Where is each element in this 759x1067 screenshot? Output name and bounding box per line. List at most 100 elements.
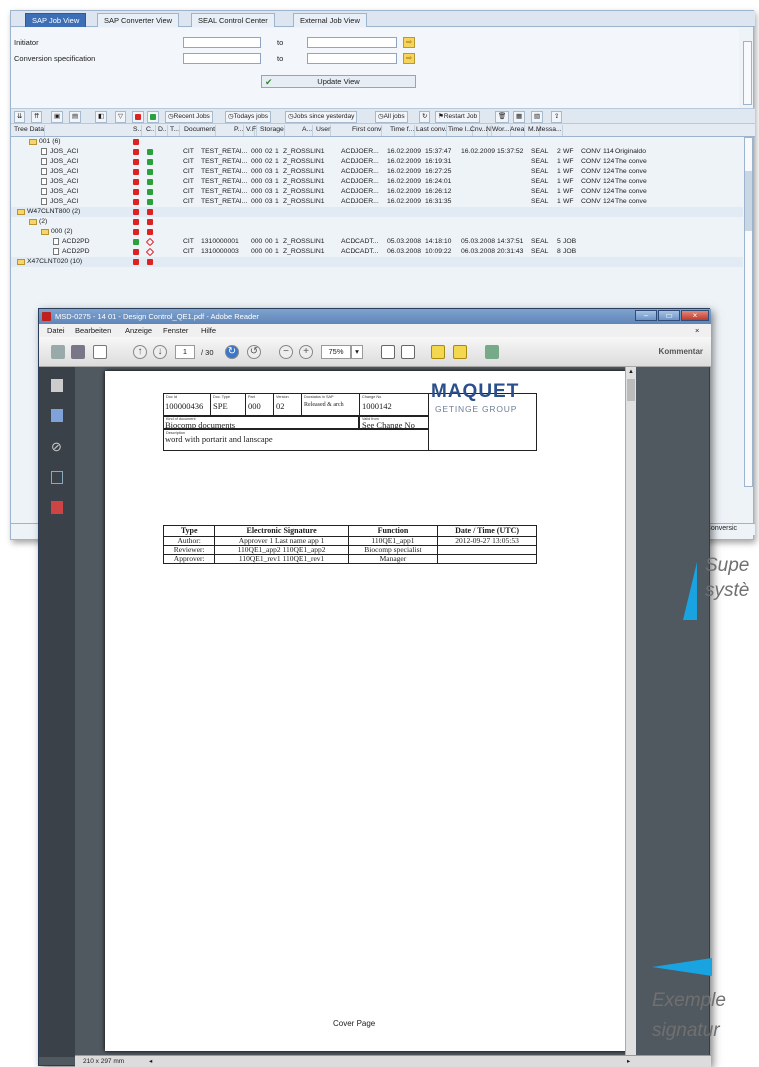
expand-icon[interactable]: ⇊ — [14, 111, 26, 123]
menu-fenster[interactable]: Fenster — [163, 324, 188, 337]
todays-jobs-button[interactable]: ◷Todays jobs — [225, 111, 271, 123]
scroll-up-icon[interactable]: ▲ — [627, 369, 635, 377]
expand-icon[interactable] — [485, 345, 499, 359]
table-row[interactable]: X47CLNT020 (10) — [11, 257, 743, 267]
highlight-icon[interactable] — [453, 345, 467, 359]
menu-bearbeiten[interactable]: Bearbeiten — [75, 324, 111, 337]
minimize-button[interactable]: – — [635, 310, 657, 321]
column-header[interactable]: S.. — [132, 125, 143, 136]
print-icon[interactable]: ▧ — [531, 111, 544, 123]
table-row[interactable]: 000 (2) — [11, 227, 743, 237]
tree-node[interactable]: X47CLNT020 (10) — [17, 257, 82, 267]
tab-sap-converter-view[interactable]: SAP Converter View — [97, 13, 180, 27]
conversion-from-input[interactable] — [183, 53, 261, 64]
table-row[interactable]: JOS_ACI CIT TEST_RETAI... 000 03 1 Z_ROSSLIN1 A… — [11, 187, 743, 197]
multi-select-icon[interactable]: ⇨ — [403, 53, 415, 64]
initiator-from-input[interactable] — [183, 37, 261, 48]
zoom-dropdown-icon[interactable]: ▾ — [351, 345, 363, 359]
columns-icon[interactable]: ▤ — [69, 111, 82, 123]
tree-node[interactable]: 001 (6) — [29, 137, 61, 147]
column-header[interactable]: Time f... — [389, 125, 416, 136]
table-row[interactable]: JOS_ACI CIT TEST_RETAI... 000 03 1 Z_ROSSLIN1 A… — [11, 177, 743, 187]
tree-node[interactable]: JOS_ACI — [41, 167, 78, 177]
rotate-icon[interactable]: ↺ — [247, 345, 261, 359]
tree-node[interactable]: W47CLNT800 (2) — [17, 207, 80, 217]
column-header[interactable]: Storage — [259, 125, 285, 136]
all-jobs-button[interactable]: ◷All jobs — [375, 111, 408, 123]
table-row[interactable]: JOS_ACI CIT TEST_RETAI... 000 03 1 Z_ROSSLIN1 A… — [11, 197, 743, 207]
table-row[interactable]: JOS_ACI CIT TEST_RETAI... 000 02 1 Z_ROSSLIN1 A… — [11, 157, 743, 167]
export-icon[interactable]: ⇪ — [551, 111, 563, 123]
refresh-icon[interactable]: ↻ — [419, 111, 431, 123]
fit-page-icon[interactable]: ↻ — [225, 345, 239, 359]
menu-anzeige[interactable]: Anzeige — [125, 324, 152, 337]
bookmarks-icon[interactable] — [51, 409, 63, 422]
column-header[interactable]: Wor... — [491, 125, 511, 136]
table-row[interactable]: (2) — [11, 217, 743, 227]
attachments-icon[interactable]: ⊘ — [51, 439, 63, 454]
tree-node[interactable]: (2) — [29, 217, 47, 227]
page-number-input[interactable]: 1 — [175, 345, 195, 359]
collapse-icon[interactable]: ⇈ — [31, 111, 43, 123]
menu-datei[interactable]: Datei — [47, 324, 65, 337]
save-icon[interactable] — [51, 345, 65, 359]
jobs-since-yesterday-button[interactable]: ◷Jobs since yesterday — [285, 111, 358, 123]
tree-node[interactable]: JOS_ACI — [41, 187, 78, 197]
comment-icon[interactable] — [431, 345, 445, 359]
table-row[interactable]: JOS_ACI CIT TEST_RETAI... 000 03 1 Z_ROSSLIN1 A… — [11, 167, 743, 177]
tab-seal-control-center[interactable]: SEAL Control Center — [191, 13, 275, 27]
column-header[interactable]: Last conv. — [415, 125, 448, 136]
zoom-input[interactable]: 75% — [321, 345, 351, 359]
column-header[interactable]: D.. — [157, 125, 168, 136]
table-row[interactable]: W47CLNT800 (2) — [11, 207, 743, 217]
column-header[interactable]: Messa... — [535, 125, 563, 136]
update-view-button[interactable]: ✔ Update View — [261, 75, 416, 88]
tree-node[interactable]: ACD2PD — [53, 247, 90, 257]
column-header[interactable]: P... — [233, 125, 245, 136]
reader-scrollbar[interactable]: ▲ — [625, 367, 636, 1057]
find-icon[interactable]: ▣ — [51, 111, 64, 123]
tree-node[interactable]: JOS_ACI — [41, 177, 78, 187]
table-row[interactable]: 001 (6) — [11, 137, 743, 147]
column-header[interactable]: Area — [509, 125, 526, 136]
recent-jobs-button[interactable]: ◷Recent Jobs — [165, 111, 213, 123]
table-row[interactable]: ACD2PD CIT 1310000001 000 00 1 Z_ROSSLIN1 ACD CA… — [11, 237, 743, 247]
column-header[interactable]: A... — [301, 125, 314, 136]
tree-node[interactable]: JOS_ACI — [41, 147, 78, 157]
zoom-out-icon[interactable]: − — [279, 345, 293, 359]
tree-node[interactable]: JOS_ACI — [41, 197, 78, 207]
table-row[interactable]: JOS_ACI CIT TEST_RETAI... 000 02 1 Z_ROSSLIN1 A… — [11, 147, 743, 157]
delete-icon[interactable]: 🗑 — [495, 111, 510, 123]
prev-page-icon[interactable]: ↑ — [133, 345, 147, 359]
menu-hilfe[interactable]: Hilfe — [201, 324, 216, 337]
pages-icon[interactable] — [51, 379, 63, 392]
conversion-to-input[interactable] — [307, 53, 397, 64]
tree-node[interactable]: ACD2PD — [53, 237, 90, 247]
tree-scrollbar-thumb[interactable] — [745, 171, 752, 231]
column-header[interactable]: C.. — [145, 125, 156, 136]
column-header[interactable]: Tree Data — [13, 125, 45, 136]
display-icon[interactable]: ▦ — [513, 111, 526, 123]
kommentar-button[interactable]: Kommentar — [659, 347, 703, 356]
tree-node[interactable]: JOS_ACI — [41, 157, 78, 167]
details-icon[interactable]: ◧ — [95, 111, 108, 123]
layers-icon[interactable] — [51, 471, 63, 484]
close-button[interactable]: × — [681, 310, 709, 321]
tab-sap-job-view[interactable]: SAP Job View — [25, 13, 87, 27]
green-status-icon[interactable] — [147, 111, 159, 123]
zoom-in-icon[interactable]: + — [299, 345, 313, 359]
maximize-button[interactable]: ▭ — [658, 310, 680, 321]
fit-page-view-icon[interactable] — [401, 345, 415, 359]
filter-scrollbar[interactable] — [743, 41, 752, 105]
scroll-thumb[interactable] — [627, 379, 635, 401]
column-header[interactable]: T... — [169, 125, 181, 136]
scroll-left-icon[interactable]: ◂ — [149, 1056, 152, 1067]
signatures-icon[interactable] — [51, 501, 63, 514]
column-header[interactable]: First conv — [351, 125, 383, 136]
email-icon[interactable] — [93, 345, 107, 359]
next-page-icon[interactable]: ↓ — [153, 345, 167, 359]
multi-select-icon[interactable]: ⇨ — [403, 37, 415, 48]
column-header[interactable]: User — [315, 125, 332, 136]
restart-job-button[interactable]: ⚑Restart Job — [435, 111, 481, 123]
column-header[interactable]: Document — [183, 125, 216, 136]
